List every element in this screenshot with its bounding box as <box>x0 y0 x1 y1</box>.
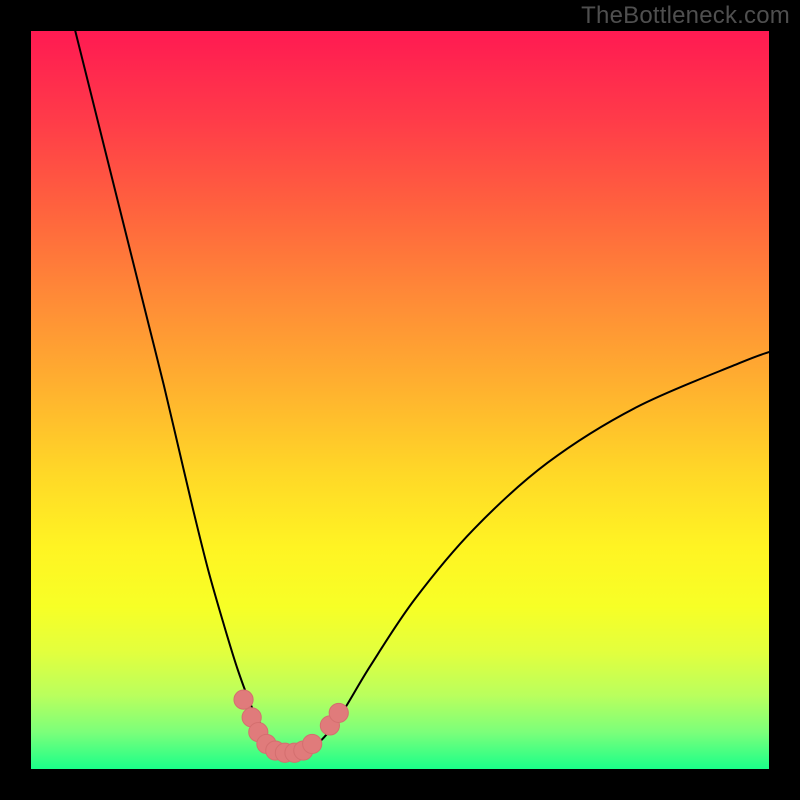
watermark-text: TheBottleneck.com <box>581 2 790 30</box>
chart-stage: TheBottleneck.com <box>0 0 800 800</box>
bottleneck-curve-path <box>75 31 769 753</box>
curve-marker-10 <box>329 703 348 722</box>
curve-marker-0 <box>234 690 253 709</box>
curve-marker-8 <box>303 734 322 753</box>
chart-overlay <box>31 31 769 769</box>
marker-group <box>234 690 348 762</box>
